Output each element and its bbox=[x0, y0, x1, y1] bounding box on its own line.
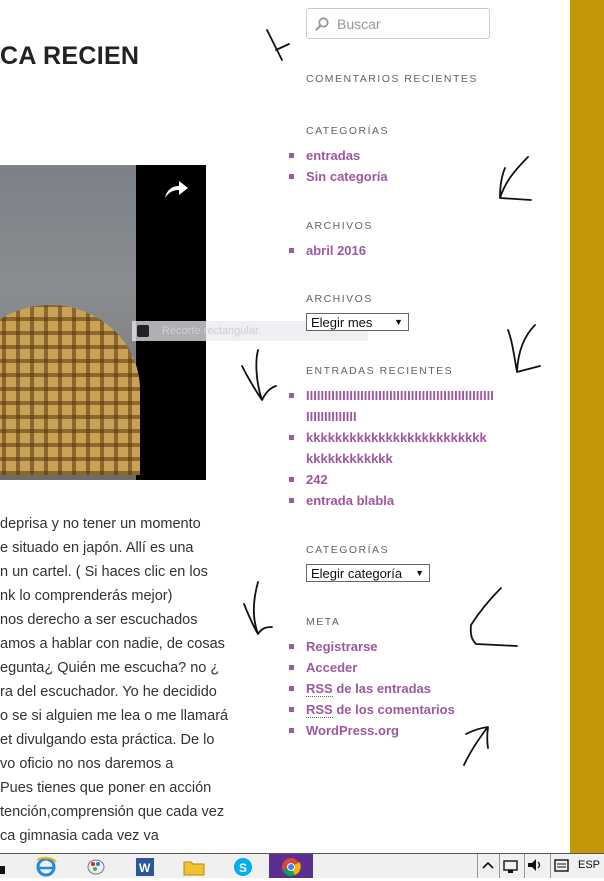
chrome-icon bbox=[282, 858, 301, 876]
categories-title: CATEGORÍAS bbox=[306, 125, 390, 137]
recent-comments-title: COMENTARIOS RECIENTES bbox=[306, 73, 478, 85]
category-link[interactable]: Sin categoría bbox=[289, 166, 388, 187]
body-line: vo oficio no nos daremos a bbox=[0, 756, 174, 772]
dropdown-arrow-icon: ▼ bbox=[415, 568, 424, 578]
body-line: egunta¿ Quién me escucha? no ¿ bbox=[0, 660, 220, 676]
body-line: tención,comprensión que cada vez bbox=[0, 804, 225, 820]
body-line: nk lo comprenderás mejor) bbox=[0, 588, 173, 604]
pen-mark bbox=[463, 726, 489, 766]
start-partial-icon[interactable] bbox=[0, 856, 16, 877]
pen-mark bbox=[507, 324, 541, 373]
archives-title: ARCHIVOS bbox=[306, 220, 373, 232]
show-hidden-icons-button[interactable] bbox=[477, 854, 499, 878]
search-box[interactable] bbox=[306, 8, 490, 39]
comments-rss-label: de los comentarios bbox=[336, 702, 455, 717]
skype-icon[interactable]: S bbox=[231, 856, 255, 877]
recent-post-link[interactable]: kkkkkkkkkkkkkkkkkkkkkkkkkkkkkkkkkkkkk bbox=[289, 427, 491, 469]
page-border-gold bbox=[570, 0, 604, 853]
paint-icon[interactable] bbox=[84, 856, 108, 877]
search-input[interactable] bbox=[335, 14, 479, 33]
search-icon bbox=[315, 16, 329, 31]
entries-rss-link[interactable]: RSS de las entradas bbox=[289, 678, 455, 699]
share-arrow-icon[interactable] bbox=[163, 178, 189, 200]
body-line: nos derecho a ser escuchados bbox=[0, 612, 198, 628]
video-person bbox=[0, 305, 140, 475]
volume-tray-icon[interactable] bbox=[524, 854, 546, 878]
recent-posts-title: ENTRADAS RECIENTES bbox=[306, 365, 454, 377]
snipping-tool-label: Recorte rectangular bbox=[162, 325, 259, 337]
post-title[interactable]: CA RECIEN bbox=[0, 42, 139, 71]
archives-select[interactable]: Elegir mes ▼ bbox=[306, 313, 409, 331]
entries-rss-label: de las entradas bbox=[336, 681, 432, 696]
register-link[interactable]: Registrarse bbox=[289, 636, 455, 657]
body-line: e situado en japón. Allí es una bbox=[0, 540, 194, 556]
categories-select-value: Elegir categoría bbox=[311, 565, 403, 581]
categories-list: entradas Sin categoría bbox=[289, 145, 388, 187]
action-center-icon[interactable] bbox=[550, 854, 572, 878]
body-line: deprisa y no tener un momento bbox=[0, 516, 201, 532]
body-line: amos a hablar con nadie, de cosas bbox=[0, 636, 225, 652]
video-frame bbox=[0, 165, 140, 480]
post-body: deprisa y no tener un momento e situado … bbox=[0, 512, 230, 848]
rss-abbr: RSS bbox=[306, 681, 333, 697]
windows-taskbar: W S ESP bbox=[0, 853, 604, 878]
pen-mark bbox=[266, 29, 290, 61]
body-line: et divulgando esta práctica. De lo bbox=[0, 732, 215, 748]
chrome-active-tile[interactable] bbox=[269, 854, 313, 878]
recent-post-link[interactable]: 242 bbox=[289, 469, 494, 490]
archive-link[interactable]: abril 2016 bbox=[289, 240, 366, 261]
file-explorer-icon[interactable] bbox=[182, 856, 206, 877]
category-link[interactable]: entradas bbox=[289, 145, 388, 166]
comments-rss-link[interactable]: RSS de los comentarios bbox=[289, 699, 455, 720]
rss-abbr: RSS bbox=[306, 702, 333, 718]
categories-select[interactable]: Elegir categoría ▼ bbox=[306, 564, 430, 582]
pen-mark bbox=[241, 349, 277, 401]
network-tray-icon[interactable] bbox=[499, 854, 521, 878]
login-link[interactable]: Acceder bbox=[289, 657, 455, 678]
svg-text:W: W bbox=[139, 861, 151, 875]
wordpress-link[interactable]: WordPress.org bbox=[289, 720, 455, 741]
pen-mark bbox=[469, 587, 518, 647]
meta-list: Registrarse Acceder RSS de las entradas … bbox=[289, 636, 455, 741]
pen-mark bbox=[499, 156, 532, 201]
recent-posts-list: IIIIIIIIIIIIIIIIIIIIIIIIIIIIIIIIIIIIIIII… bbox=[289, 385, 494, 511]
archives-select-value: Elegir mes bbox=[311, 314, 373, 330]
meta-title: META bbox=[306, 616, 341, 628]
body-line: Pues tienes que poner en acción bbox=[0, 780, 212, 796]
categories-dropdown-title: CATEGORÍAS bbox=[306, 544, 390, 556]
body-line: o se si alguien me lea o me llamará bbox=[0, 708, 229, 724]
pen-mark bbox=[243, 581, 273, 635]
input-language-indicator[interactable]: ESP bbox=[578, 859, 600, 871]
ie-icon[interactable] bbox=[34, 856, 58, 877]
dropdown-arrow-icon: ▼ bbox=[394, 317, 403, 327]
body-line: ra del escuchador. Yo he decidido bbox=[0, 684, 217, 700]
archives-dropdown-title: ARCHIVOS bbox=[306, 293, 373, 305]
body-line: ca gimnasia cada vez va bbox=[0, 828, 159, 844]
svg-text:S: S bbox=[239, 861, 247, 875]
chevron-up-icon bbox=[482, 861, 494, 869]
word-icon[interactable]: W bbox=[133, 856, 157, 877]
recent-post-link[interactable]: entrada blabla bbox=[289, 490, 494, 511]
archives-list: abril 2016 bbox=[289, 240, 366, 261]
recent-post-link[interactable]: IIIIIIIIIIIIIIIIIIIIIIIIIIIIIIIIIIIIIIII… bbox=[289, 385, 494, 427]
body-line: n un cartel. ( Si haces clic en los bbox=[0, 564, 208, 580]
snipping-tool-icon bbox=[137, 325, 149, 337]
